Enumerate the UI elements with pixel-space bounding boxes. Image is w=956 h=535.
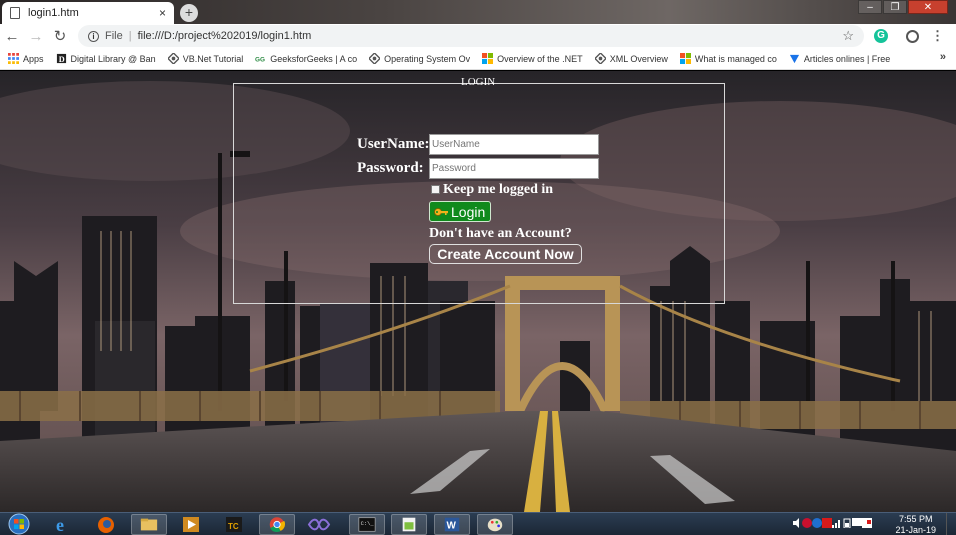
bookmark-articles[interactable]: Articles onlines | Free [789,53,890,64]
browser-tab[interactable]: login1.htm × [2,2,174,24]
bookmarks-bar: Apps D Digital Library @ Ban VB.Net Tuto… [0,48,956,70]
address-bar[interactable]: i File | file:///D:/project%202019/login… [78,25,864,47]
geeksforgeeks-icon: GG [255,56,265,63]
close-tab-icon[interactable]: × [159,6,166,20]
forward-arrow-icon[interactable]: → [24,28,48,45]
tutorial-icon [167,53,179,64]
microsoft-icon [482,53,494,64]
bookmark-managed-code[interactable]: What is managed co [679,53,777,64]
username-input[interactable] [429,134,599,155]
password-input[interactable] [429,158,599,179]
svg-text:W: W [447,521,457,532]
bookmark-label: Apps [23,53,44,64]
bookmark-label: Articles onlines | Free [803,53,891,64]
password-label: Password: [357,160,424,176]
file-explorer-icon[interactable] [131,514,167,535]
toolbar-icons: G ⋮ [874,28,944,44]
keep-logged-in-checkbox[interactable] [431,185,440,194]
reload-icon[interactable]: ↻ [48,27,72,45]
paint-icon[interactable] [477,514,513,535]
bookmark-operating-system[interactable]: Operating System Ov [369,53,470,64]
media-player-icon[interactable] [173,514,209,535]
bookmark-label: XML Overview [609,53,668,64]
bookmark-label: VB.Net Tutorial [182,53,244,64]
keep-logged-in-label: Keep me logged in [443,182,554,197]
bookmark-xml-overview[interactable]: XML Overview [594,53,668,64]
start-button-icon[interactable] [4,513,34,535]
close-window-button[interactable]: ✕ [908,0,948,14]
svg-text:TC: TC [228,522,239,531]
tutorial-icon [594,53,606,64]
url-text[interactable]: file:///D:/project%202019/login1.htm [138,30,843,42]
svg-text:C:\_: C:\_ [361,520,375,527]
svg-text:GG: GG [255,56,265,63]
firefox-icon[interactable] [88,514,124,535]
speaker-icon[interactable] [792,518,802,528]
windows-taskbar: e TC C:\_ W 7:55 PM 21-Jan-19 [0,512,956,535]
digital-library-icon: D [56,53,66,64]
key-icon [434,207,448,216]
grammarly-extension-icon[interactable]: G [874,29,888,43]
bookmark-label: GeeksforGeeks | A co [270,53,358,64]
command-prompt-icon[interactable]: C:\_ [349,514,385,535]
bookmark-vbnet[interactable]: VB.Net Tutorial [167,53,244,64]
bookmark-dotnet-overview[interactable]: Overview of the .NET [482,53,583,64]
menu-kebab-icon[interactable]: ⋮ [931,28,944,44]
quickheal-icon[interactable] [822,518,832,528]
bookmark-apps[interactable]: Apps [8,53,44,64]
window-controls: – ❐ ✕ [857,0,948,14]
action-center-icon[interactable] [852,518,862,528]
internet-explorer-icon[interactable]: e [46,514,82,535]
battery-icon[interactable] [842,518,852,528]
bluetooth-icon[interactable] [812,518,822,528]
show-desktop-button[interactable] [946,513,956,535]
bookmark-label: What is managed co [694,53,777,64]
login-button[interactable]: Login [429,201,491,222]
login-legend: LOGIN [461,76,496,88]
no-account-text: Don't have an Account? [429,226,572,241]
username-label: UserName: [357,136,430,152]
new-tab-button[interactable]: + [180,4,198,22]
clock-time: 7:55 PM [898,514,933,524]
apps-grid-icon [8,53,19,64]
more-bookmarks-icon[interactable]: » [940,51,946,63]
account-icon[interactable] [906,29,919,43]
system-clock[interactable]: 7:55 PM 21-Jan-19 [895,514,936,535]
bookmark-digital-library[interactable]: D Digital Library @ Ban [56,53,156,64]
microsoft-icon [679,53,691,64]
antivirus-icon[interactable] [802,518,812,528]
bookmark-label: Overview of the .NET [497,53,583,64]
articles-icon [789,54,800,64]
system-tray [792,518,872,528]
visual-studio-icon[interactable] [301,514,337,535]
svg-text:D: D [58,55,64,64]
maximize-button[interactable]: ❐ [883,0,907,14]
chrome-icon[interactable] [259,514,295,535]
info-icon[interactable]: i [88,30,99,42]
browser-toolbar: ← → ↻ i File | file:///D:/project%202019… [0,24,956,48]
tab-title: login1.htm [28,7,79,19]
login-button-label: Login [451,203,486,220]
clock-date: 21-Jan-19 [895,525,936,535]
tab-strip: login1.htm × + – ❐ ✕ [0,0,956,24]
svg-text:e: e [56,515,64,535]
url-separator: | [128,30,132,42]
flag-icon[interactable] [862,518,872,528]
bookmark-label: Operating System Ov [384,53,471,64]
document-icon [10,7,20,19]
word-icon[interactable]: W [434,514,470,535]
back-arrow-icon[interactable]: ← [0,28,24,45]
bookmark-label: Digital Library @ Ban [70,53,156,64]
bookmark-geeksforgeeks[interactable]: GG GeeksforGeeks | A co [255,53,357,64]
notepad-plus-icon[interactable] [391,514,427,535]
network-signal-icon[interactable] [832,518,842,528]
bookmark-star-icon[interactable]: ☆ [842,28,854,44]
url-scheme-label: File [105,30,123,42]
create-account-button[interactable]: Create Account Now [429,244,582,264]
turbo-c-icon[interactable]: TC [216,514,252,535]
minimize-button[interactable]: – [858,0,882,14]
tutorial-icon [369,53,381,64]
